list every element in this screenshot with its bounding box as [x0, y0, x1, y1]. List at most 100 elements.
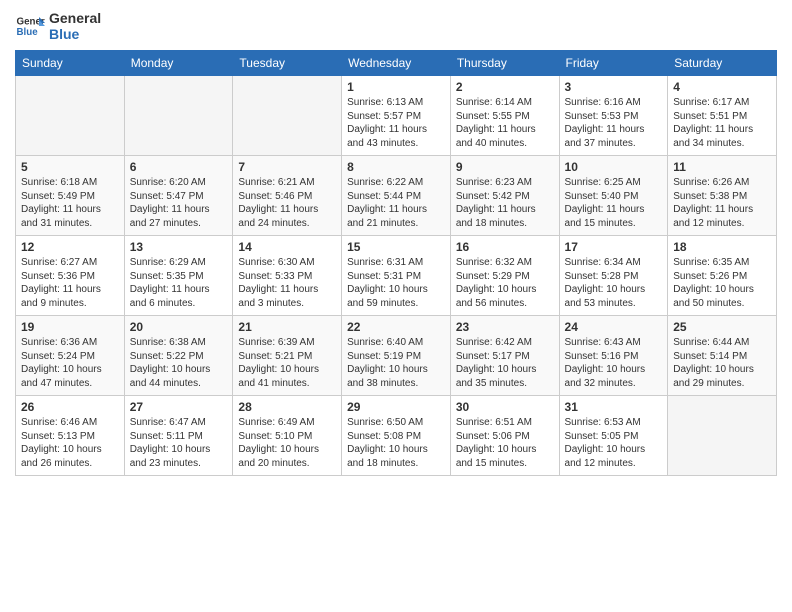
- page-container: General Blue General Blue SundayMondayTu…: [0, 0, 792, 486]
- calendar-cell: 23Sunrise: 6:42 AMSunset: 5:17 PMDayligh…: [450, 316, 559, 396]
- calendar-cell: 11 Sunrise: 6:26 AMSunset: 5:38 PMDayligh…: [668, 156, 777, 236]
- day-number: 9: [456, 160, 554, 174]
- day-number: 7: [238, 160, 336, 174]
- calendar-cell: 22Sunrise: 6:40 AMSunset: 5:19 PMDayligh…: [342, 316, 451, 396]
- weekday-header-thursday: Thursday: [450, 51, 559, 76]
- calendar-cell: 3 Sunrise: 6:16 AMSunset: 5:53 PMDaylight…: [559, 76, 668, 156]
- day-number: 26: [21, 400, 119, 414]
- day-info: Sunrise: 6:38 AMSunset: 5:22 PMDaylight:…: [130, 336, 228, 390]
- weekday-header-tuesday: Tuesday: [233, 51, 342, 76]
- calendar-cell: 18 Sunrise: 6:35 AMSunset: 5:26 PMDayligh…: [668, 236, 777, 316]
- day-number: 25: [673, 320, 771, 334]
- day-info: Sunrise: 6:44 AMSunset: 5:14 PMDaylight:…: [673, 336, 771, 390]
- weekday-header-row: SundayMondayTuesdayWednesdayThursdayFrid…: [16, 51, 777, 76]
- day-number: 13: [130, 240, 228, 254]
- calendar-cell: 29Sunrise: 6:50 AMSunset: 5:08 PMDayligh…: [342, 396, 451, 476]
- weekday-header-sunday: Sunday: [16, 51, 125, 76]
- calendar-cell: 16 Sunrise: 6:32 AMSunset: 5:29 PMDayligh…: [450, 236, 559, 316]
- calendar-cell: 27 Sunrise: 6:47 AMSunset: 5:11 PMDayligh…: [124, 396, 233, 476]
- day-info: Sunrise: 6:51 AMSunset: 5:06 PMDaylight:…: [456, 416, 554, 470]
- day-info: Sunrise: 6:32 AMSunset: 5:29 PMDaylight:…: [456, 256, 554, 310]
- week-row-5: 26 Sunrise: 6:46 AMSunset: 5:13 PMDayligh…: [16, 396, 777, 476]
- day-info: Sunrise: 6:20 AMSunset: 5:47 PMDaylight:…: [130, 176, 228, 230]
- day-info: Sunrise: 6:34 AMSunset: 5:28 PMDaylight:…: [565, 256, 663, 310]
- day-number: 8: [347, 160, 445, 174]
- calendar-cell: 13 Sunrise: 6:29 AMSunset: 5:35 PMDayligh…: [124, 236, 233, 316]
- day-number: 12: [21, 240, 119, 254]
- day-number: 24: [565, 320, 663, 334]
- calendar-cell: 17 Sunrise: 6:34 AMSunset: 5:28 PMDayligh…: [559, 236, 668, 316]
- day-number: 31: [565, 400, 663, 414]
- day-number: 29: [347, 400, 445, 414]
- calendar-cell: 9 Sunrise: 6:23 AMSunset: 5:42 PMDaylight…: [450, 156, 559, 236]
- day-info: Sunrise: 6:49 AMSunset: 5:10 PMDaylight:…: [238, 416, 336, 470]
- weekday-header-monday: Monday: [124, 51, 233, 76]
- day-number: 10: [565, 160, 663, 174]
- day-number: 23: [456, 320, 554, 334]
- day-info: Sunrise: 6:18 AMSunset: 5:49 PMDaylight:…: [21, 176, 119, 230]
- day-number: 21: [238, 320, 336, 334]
- day-info: Sunrise: 6:30 AMSunset: 5:33 PMDaylight:…: [238, 256, 336, 310]
- day-number: 30: [456, 400, 554, 414]
- header: General Blue General Blue: [15, 10, 777, 42]
- day-number: 11: [673, 160, 771, 174]
- calendar-cell: [233, 76, 342, 156]
- day-info: Sunrise: 6:46 AMSunset: 5:13 PMDaylight:…: [21, 416, 119, 470]
- day-info: Sunrise: 6:53 AMSunset: 5:05 PMDaylight:…: [565, 416, 663, 470]
- calendar-cell: 31 Sunrise: 6:53 AMSunset: 5:05 PMDayligh…: [559, 396, 668, 476]
- weekday-header-wednesday: Wednesday: [342, 51, 451, 76]
- day-number: 28: [238, 400, 336, 414]
- calendar-cell: 25 Sunrise: 6:44 AMSunset: 5:14 PMDayligh…: [668, 316, 777, 396]
- day-info: Sunrise: 6:29 AMSunset: 5:35 PMDaylight:…: [130, 256, 228, 310]
- calendar-cell: [124, 76, 233, 156]
- calendar-cell: 10Sunrise: 6:25 AMSunset: 5:40 PMDayligh…: [559, 156, 668, 236]
- calendar-cell: 8Sunrise: 6:22 AMSunset: 5:44 PMDaylight…: [342, 156, 451, 236]
- week-row-1: 1Sunrise: 6:13 AMSunset: 5:57 PMDaylight…: [16, 76, 777, 156]
- day-info: Sunrise: 6:31 AMSunset: 5:31 PMDaylight:…: [347, 256, 445, 310]
- day-info: Sunrise: 6:21 AMSunset: 5:46 PMDaylight:…: [238, 176, 336, 230]
- weekday-header-saturday: Saturday: [668, 51, 777, 76]
- calendar-cell: 5 Sunrise: 6:18 AMSunset: 5:49 PMDaylight…: [16, 156, 125, 236]
- day-info: Sunrise: 6:16 AMSunset: 5:53 PMDaylight:…: [565, 96, 663, 150]
- day-number: 6: [130, 160, 228, 174]
- day-info: Sunrise: 6:26 AMSunset: 5:38 PMDaylight:…: [673, 176, 771, 230]
- day-number: 3: [565, 80, 663, 94]
- calendar-cell: 2Sunrise: 6:14 AMSunset: 5:55 PMDaylight…: [450, 76, 559, 156]
- calendar-cell: 15 Sunrise: 6:31 AMSunset: 5:31 PMDayligh…: [342, 236, 451, 316]
- day-number: 18: [673, 240, 771, 254]
- day-number: 20: [130, 320, 228, 334]
- day-number: 14: [238, 240, 336, 254]
- day-info: Sunrise: 6:36 AMSunset: 5:24 PMDaylight:…: [21, 336, 119, 390]
- logo: General Blue General Blue: [15, 10, 101, 42]
- calendar-cell: 14 Sunrise: 6:30 AMSunset: 5:33 PMDayligh…: [233, 236, 342, 316]
- day-number: 15: [347, 240, 445, 254]
- calendar-cell: 6 Sunrise: 6:20 AMSunset: 5:47 PMDaylight…: [124, 156, 233, 236]
- calendar-cell: 12 Sunrise: 6:27 AMSunset: 5:36 PMDayligh…: [16, 236, 125, 316]
- day-number: 19: [21, 320, 119, 334]
- weekday-header-friday: Friday: [559, 51, 668, 76]
- day-info: Sunrise: 6:23 AMSunset: 5:42 PMDaylight:…: [456, 176, 554, 230]
- calendar-cell: 21 Sunrise: 6:39 AMSunset: 5:21 PMDayligh…: [233, 316, 342, 396]
- day-number: 16: [456, 240, 554, 254]
- day-number: 5: [21, 160, 119, 174]
- calendar-table: SundayMondayTuesdayWednesdayThursdayFrid…: [15, 50, 777, 476]
- day-info: Sunrise: 6:47 AMSunset: 5:11 PMDaylight:…: [130, 416, 228, 470]
- calendar-cell: 4Sunrise: 6:17 AMSunset: 5:51 PMDaylight…: [668, 76, 777, 156]
- logo-icon: General Blue: [15, 11, 45, 41]
- logo-blue: Blue: [49, 26, 101, 42]
- calendar-cell: [668, 396, 777, 476]
- logo-general: General: [49, 10, 101, 26]
- day-number: 27: [130, 400, 228, 414]
- week-row-4: 19 Sunrise: 6:36 AMSunset: 5:24 PMDayligh…: [16, 316, 777, 396]
- calendar-cell: 28 Sunrise: 6:49 AMSunset: 5:10 PMDayligh…: [233, 396, 342, 476]
- calendar-cell: 20 Sunrise: 6:38 AMSunset: 5:22 PMDayligh…: [124, 316, 233, 396]
- day-info: Sunrise: 6:39 AMSunset: 5:21 PMDaylight:…: [238, 336, 336, 390]
- day-number: 17: [565, 240, 663, 254]
- calendar-cell: 24Sunrise: 6:43 AMSunset: 5:16 PMDayligh…: [559, 316, 668, 396]
- week-row-2: 5 Sunrise: 6:18 AMSunset: 5:49 PMDaylight…: [16, 156, 777, 236]
- day-info: Sunrise: 6:35 AMSunset: 5:26 PMDaylight:…: [673, 256, 771, 310]
- day-number: 4: [673, 80, 771, 94]
- day-info: Sunrise: 6:27 AMSunset: 5:36 PMDaylight:…: [21, 256, 119, 310]
- day-info: Sunrise: 6:13 AMSunset: 5:57 PMDaylight:…: [347, 96, 445, 150]
- day-info: Sunrise: 6:40 AMSunset: 5:19 PMDaylight:…: [347, 336, 445, 390]
